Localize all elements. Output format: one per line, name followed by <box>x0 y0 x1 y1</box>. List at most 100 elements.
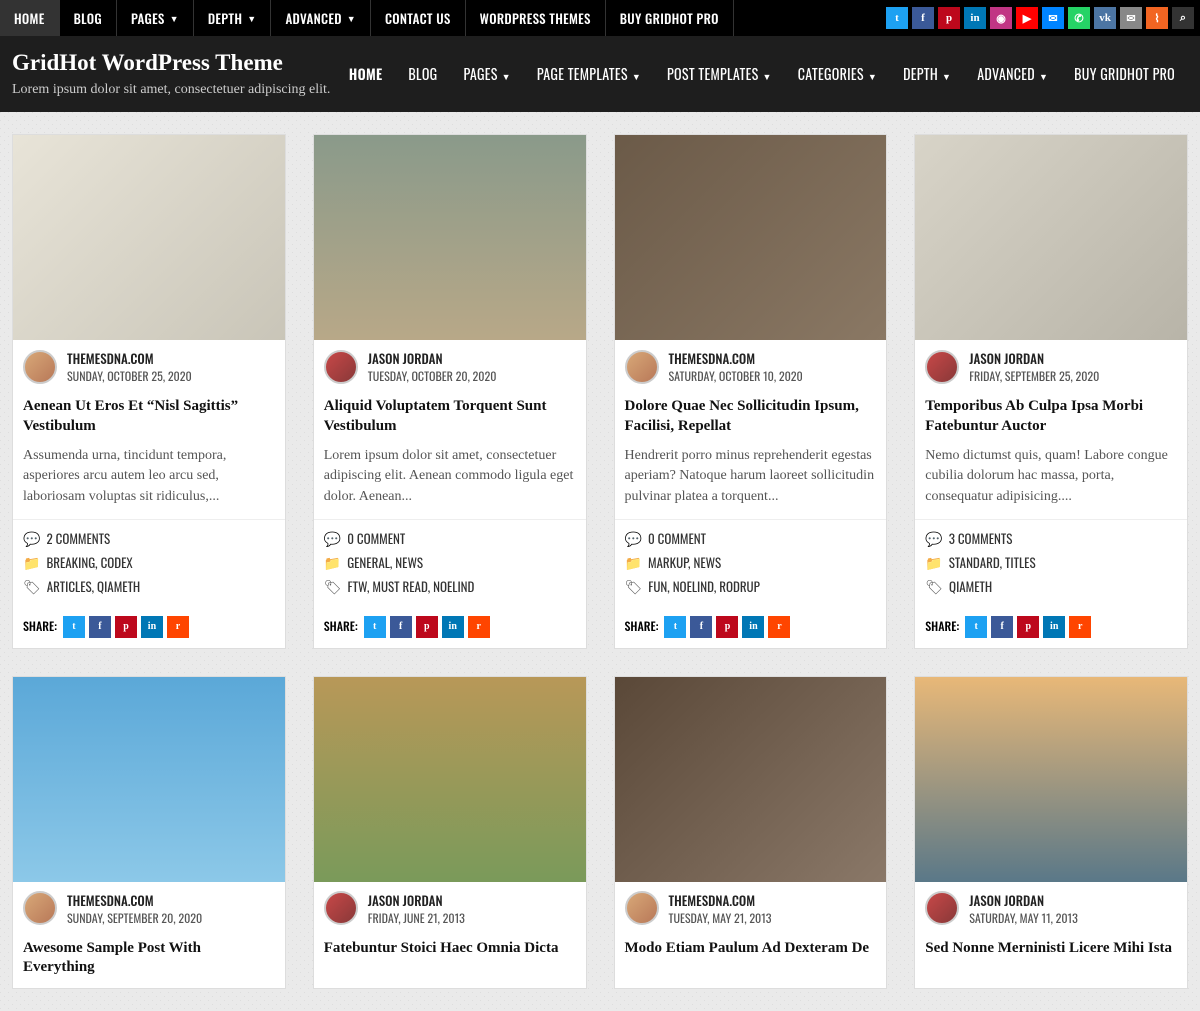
post-thumbnail[interactable] <box>915 135 1187 340</box>
rss-icon[interactable]: ⌇ <box>1146 7 1168 29</box>
post-tags[interactable]: FUN, NOELIND, RODRUP <box>648 576 760 596</box>
main-nav: HOMEBLOGPAGES▼PAGE TEMPLATES▼POST TEMPLA… <box>336 56 1188 93</box>
share-linkedin-icon[interactable]: in <box>742 616 764 638</box>
author-name[interactable]: THEMESDNA.COM <box>67 348 192 368</box>
search-icon[interactable]: ⌕ <box>1172 7 1194 29</box>
post-tags[interactable]: FTW, MUST READ, NOELIND <box>348 576 475 596</box>
topnav-blog[interactable]: BLOG <box>60 0 117 36</box>
comment-count[interactable]: 0 COMMENT <box>648 528 706 548</box>
post-categories[interactable]: MARKUP, NEWS <box>648 552 721 572</box>
mainnav-pages[interactable]: PAGES▼ <box>450 56 523 93</box>
author-avatar[interactable] <box>925 350 959 384</box>
site-title[interactable]: GridHot WordPress Theme <box>12 50 330 76</box>
post-title[interactable]: Aenean Ut Eros Et “Nisl Sagittis” Vestib… <box>13 393 285 446</box>
comment-count[interactable]: 3 COMMENTS <box>949 528 1013 548</box>
topnav-contact-us[interactable]: CONTACT US <box>371 0 466 36</box>
post-title[interactable]: Modo Etiam Paulum Ad Dexteram De <box>615 935 887 969</box>
share-reddit-icon[interactable]: r <box>167 616 189 638</box>
share-reddit-icon[interactable]: r <box>1069 616 1091 638</box>
whatsapp-icon[interactable]: ✆ <box>1068 7 1090 29</box>
post-thumbnail[interactable] <box>615 135 887 340</box>
topnav-advanced[interactable]: ADVANCED▼ <box>271 0 371 36</box>
topnav-home[interactable]: HOME <box>0 0 60 36</box>
post-title[interactable]: Dolore Quae Nec Sollicitudin Ipsum, Faci… <box>615 393 887 446</box>
share-pinterest-icon[interactable]: p <box>416 616 438 638</box>
share-pinterest-icon[interactable]: p <box>716 616 738 638</box>
email-icon[interactable]: ✉ <box>1120 7 1142 29</box>
youtube-icon[interactable]: ▶ <box>1016 7 1038 29</box>
author-avatar[interactable] <box>23 891 57 925</box>
post-title[interactable]: Temporibus Ab Culpa Ipsa Morbi Fatebuntu… <box>915 393 1187 446</box>
mainnav-home[interactable]: HOME <box>336 56 396 93</box>
site-header: GridHot WordPress Theme Lorem ipsum dolo… <box>0 36 1200 112</box>
author-avatar[interactable] <box>625 350 659 384</box>
share-twitter-icon[interactable]: t <box>965 616 987 638</box>
share-pinterest-icon[interactable]: p <box>115 616 137 638</box>
instagram-icon[interactable]: ◉ <box>990 7 1012 29</box>
twitter-icon[interactable]: t <box>886 7 908 29</box>
mainnav-page-templates[interactable]: PAGE TEMPLATES▼ <box>524 56 654 93</box>
mainnav-blog[interactable]: BLOG <box>395 56 450 93</box>
share-facebook-icon[interactable]: f <box>390 616 412 638</box>
vk-icon[interactable]: vk <box>1094 7 1116 29</box>
tag-icon: 🏷 <box>925 576 943 597</box>
author-avatar[interactable] <box>324 891 358 925</box>
topnav-buy-gridhot-pro[interactable]: BUY GRIDHOT PRO <box>606 0 734 36</box>
author-name[interactable]: JASON JORDAN <box>368 348 497 368</box>
post-thumbnail[interactable] <box>13 677 285 882</box>
topnav-pages[interactable]: PAGES▼ <box>117 0 194 36</box>
post-card: JASON JORDANFRIDAY, SEPTEMBER 25, 2020Te… <box>914 134 1188 649</box>
author-name[interactable]: THEMESDNA.COM <box>669 348 803 368</box>
chevron-down-icon: ▼ <box>942 69 951 83</box>
post-categories[interactable]: STANDARD, TITLES <box>949 552 1036 572</box>
author-name[interactable]: JASON JORDAN <box>969 348 1099 368</box>
author-avatar[interactable] <box>625 891 659 925</box>
share-twitter-icon[interactable]: t <box>664 616 686 638</box>
author-avatar[interactable] <box>23 350 57 384</box>
facebook-icon[interactable]: f <box>912 7 934 29</box>
share-reddit-icon[interactable]: r <box>768 616 790 638</box>
post-title[interactable]: Awesome Sample Post With Everything <box>13 935 285 988</box>
top-nav: HOMEBLOGPAGES▼DEPTH▼ADVANCED▼CONTACT USW… <box>0 0 734 36</box>
pinterest-icon[interactable]: p <box>938 7 960 29</box>
post-tags[interactable]: ARTICLES, QIAMETH <box>47 576 140 596</box>
post-thumbnail[interactable] <box>615 677 887 882</box>
author-avatar[interactable] <box>925 891 959 925</box>
topnav-wordpress-themes[interactable]: WORDPRESS THEMES <box>466 0 606 36</box>
author-avatar[interactable] <box>324 350 358 384</box>
share-linkedin-icon[interactable]: in <box>442 616 464 638</box>
mainnav-buy-gridhot-pro[interactable]: BUY GRIDHOT PRO <box>1061 56 1188 93</box>
share-facebook-icon[interactable]: f <box>89 616 111 638</box>
share-twitter-icon[interactable]: t <box>63 616 85 638</box>
comment-count[interactable]: 2 COMMENTS <box>46 528 110 548</box>
post-card: JASON JORDANSATURDAY, MAY 11, 2013Sed No… <box>914 676 1188 989</box>
mainnav-depth[interactable]: DEPTH▼ <box>890 56 964 93</box>
post-thumbnail[interactable] <box>314 677 586 882</box>
mainnav-categories[interactable]: CATEGORIES▼ <box>785 56 890 93</box>
post-title[interactable]: Aliquid Voluptatem Torquent Sunt Vestibu… <box>314 393 586 446</box>
post-meta: THEMESDNA.COMSUNDAY, OCTOBER 25, 2020 <box>13 340 285 393</box>
topnav-depth[interactable]: DEPTH▼ <box>194 0 272 36</box>
mainnav-advanced[interactable]: ADVANCED▼ <box>964 56 1061 93</box>
post-title[interactable]: Sed Nonne Merninisti Licere Mihi Ista <box>915 935 1187 969</box>
comment-count[interactable]: 0 COMMENT <box>347 528 405 548</box>
mainnav-post-templates[interactable]: POST TEMPLATES▼ <box>654 56 785 93</box>
post-thumbnail[interactable] <box>13 135 285 340</box>
share-linkedin-icon[interactable]: in <box>1043 616 1065 638</box>
post-thumbnail[interactable] <box>915 677 1187 882</box>
share-twitter-icon[interactable]: t <box>364 616 386 638</box>
share-linkedin-icon[interactable]: in <box>141 616 163 638</box>
linkedin-icon[interactable]: in <box>964 7 986 29</box>
post-date: TUESDAY, OCTOBER 20, 2020 <box>368 368 497 385</box>
post-categories[interactable]: BREAKING, CODEX <box>46 552 132 572</box>
share-facebook-icon[interactable]: f <box>690 616 712 638</box>
post-thumbnail[interactable] <box>314 135 586 340</box>
post-meta: JASON JORDANTUESDAY, OCTOBER 20, 2020 <box>314 340 586 393</box>
share-reddit-icon[interactable]: r <box>468 616 490 638</box>
share-pinterest-icon[interactable]: p <box>1017 616 1039 638</box>
messenger-icon[interactable]: ✉ <box>1042 7 1064 29</box>
post-title[interactable]: Fatebuntur Stoici Haec Omnia Dicta <box>314 935 586 969</box>
post-tags[interactable]: QIAMETH <box>949 576 992 596</box>
share-facebook-icon[interactable]: f <box>991 616 1013 638</box>
post-categories[interactable]: GENERAL, NEWS <box>347 552 423 572</box>
